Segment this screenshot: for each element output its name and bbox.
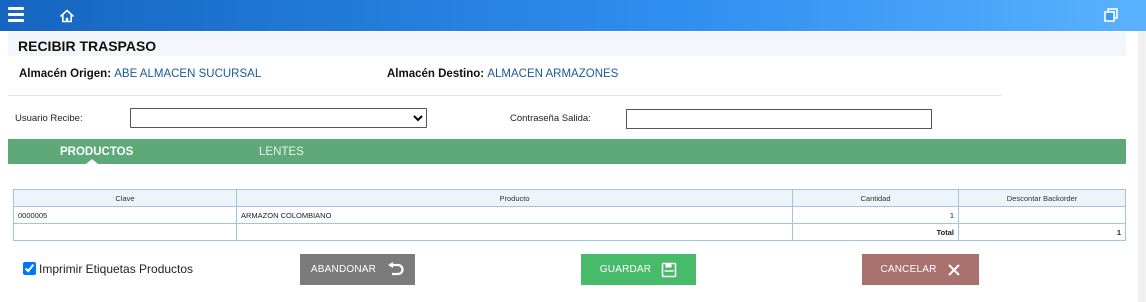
- restore-window-icon[interactable]: [1104, 8, 1118, 22]
- password-label: Contraseña Salida:: [510, 113, 591, 124]
- column-header-producto[interactable]: Producto: [236, 189, 793, 207]
- origin-warehouse-label: Almacén Origen:: [19, 68, 112, 80]
- password-field[interactable]: [626, 109, 932, 129]
- top-bar: [0, 0, 1146, 31]
- column-header-clave[interactable]: Clave: [13, 189, 237, 207]
- total-label: Total: [792, 223, 959, 241]
- guardar-button[interactable]: GUARDAR: [581, 254, 696, 285]
- products-table: Clave Producto Cantidad Descontar Backor…: [13, 189, 1126, 241]
- cancelar-button[interactable]: CANCELAR: [862, 254, 979, 285]
- total-value: 1: [958, 223, 1126, 241]
- abandonar-button-label: ABANDONAR: [310, 264, 377, 275]
- abandonar-button[interactable]: ABANDONAR: [300, 254, 415, 285]
- table-total-row: Total 1: [13, 223, 1126, 241]
- tab-bar: [8, 139, 1126, 164]
- guardar-button-label: GUARDAR: [599, 264, 652, 275]
- cell-empty: [236, 223, 793, 241]
- title-bar: [8, 32, 1126, 56]
- cell-empty: [13, 223, 237, 241]
- scrollbar[interactable]: [1138, 31, 1146, 302]
- divider: [8, 95, 1002, 96]
- undo-arrow-icon: [388, 261, 404, 275]
- origin-warehouse: Almacén Origen: ABE ALMACEN SUCURSAL: [19, 68, 261, 80]
- hamburger-menu-icon[interactable]: [8, 7, 24, 23]
- column-header-backorder[interactable]: Descontar Backorder: [958, 189, 1126, 207]
- user-receives-select[interactable]: [130, 108, 427, 128]
- print-labels-checkbox[interactable]: [23, 262, 36, 275]
- cell-clave: 0000005: [13, 206, 237, 224]
- close-x-icon: [947, 263, 960, 276]
- cell-backorder[interactable]: [958, 206, 1126, 224]
- destination-warehouse-label: Almacén Destino:: [387, 68, 485, 80]
- table-row[interactable]: 0000005 ARMAZON COLOMBIANO 1: [13, 206, 1126, 224]
- destination-warehouse-value: ALMACEN ARMAZONES: [487, 68, 619, 80]
- home-icon[interactable]: [59, 8, 75, 24]
- cancelar-button-label: CANCELAR: [880, 264, 937, 275]
- column-header-cantidad[interactable]: Cantidad: [792, 189, 959, 207]
- table-header-row: Clave Producto Cantidad Descontar Backor…: [13, 189, 1126, 207]
- destination-warehouse: Almacén Destino: ALMACEN ARMAZONES: [387, 68, 618, 80]
- cell-cantidad[interactable]: 1: [792, 206, 959, 224]
- tab-productos[interactable]: PRODUCTOS: [60, 146, 133, 158]
- page-title: RECIBIR TRASPASO: [18, 38, 157, 54]
- active-tab-indicator: [86, 159, 98, 164]
- tab-lentes[interactable]: LENTES: [259, 146, 304, 158]
- print-labels-label: Imprimir Etiquetas Productos: [39, 262, 194, 276]
- origin-warehouse-value: ABE ALMACEN SUCURSAL: [114, 68, 262, 80]
- save-floppy-icon: [661, 262, 677, 277]
- cell-producto: ARMAZON COLOMBIANO: [236, 206, 793, 224]
- user-receives-label: Usuario Recibe:: [15, 113, 83, 124]
